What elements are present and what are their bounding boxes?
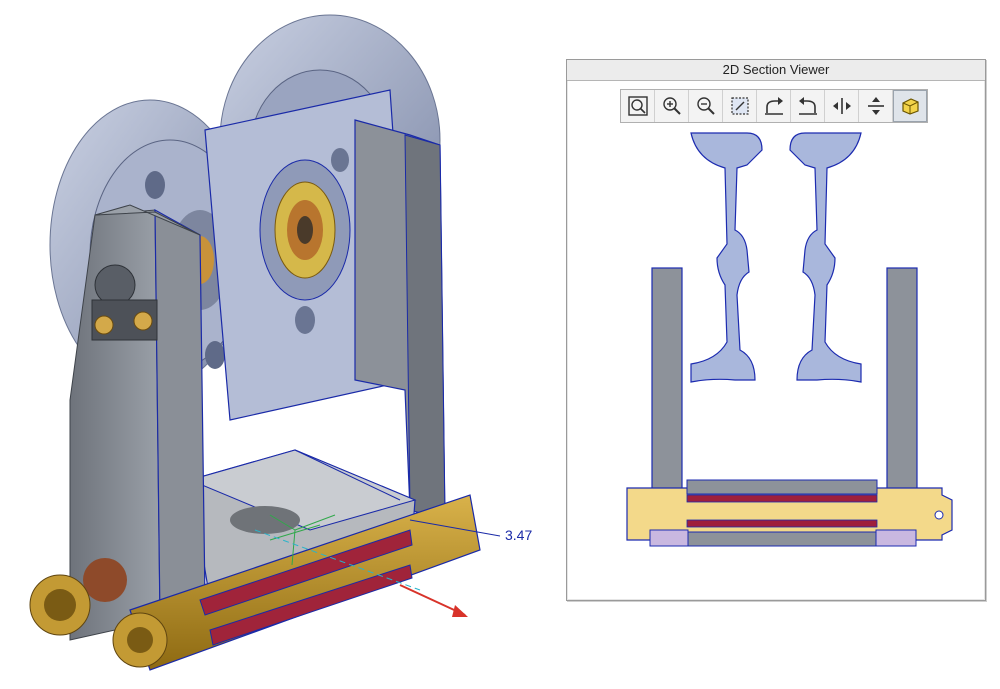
section-toolbar [620, 89, 928, 123]
section-viewer-panel: 2D Section Viewer [566, 59, 986, 601]
section-strip-upper [686, 494, 878, 503]
section-wheel-right [789, 132, 862, 383]
section-pad-left [649, 529, 689, 547]
flip-vertical-icon [867, 97, 884, 115]
flip-horizontal-button[interactable] [825, 90, 859, 122]
section-strip-lower [686, 519, 878, 528]
zoom-in-icon [662, 97, 681, 115]
shaded-view-icon [902, 98, 919, 115]
rotate-cw-button[interactable] [757, 90, 791, 122]
zoom-window-icon [730, 97, 749, 115]
section-canvas[interactable] [567, 60, 985, 600]
rotate-ccw-button[interactable] [791, 90, 825, 122]
zoom-out-icon [696, 97, 715, 115]
section-base-top [686, 479, 878, 495]
flip-horizontal-icon [832, 98, 851, 114]
zoom-in-button[interactable] [655, 90, 689, 122]
castle-nut-right[interactable] [112, 612, 168, 668]
model-viewport[interactable] [0, 0, 560, 689]
flip-vertical-button[interactable] [859, 90, 893, 122]
section-wheel-left [690, 132, 763, 383]
zoom-fit-icon [627, 96, 648, 116]
zoom-window-button[interactable] [723, 90, 757, 122]
right-frame-plate[interactable] [354, 119, 446, 521]
section-rail-hole [934, 510, 944, 520]
section-base-bottom [686, 531, 878, 547]
zoom-fit-button[interactable] [621, 90, 655, 122]
dimension-value[interactable]: 3.47 [505, 527, 532, 543]
zoom-out-button[interactable] [689, 90, 723, 122]
shaded-view-button[interactable] [893, 90, 927, 122]
section-pad-right [875, 529, 917, 547]
direction-arrow[interactable] [399, 584, 468, 617]
rotate-ccw-icon [798, 97, 817, 115]
section-frame-left [651, 267, 683, 501]
rotate-cw-icon [764, 97, 783, 115]
section-frame-right [886, 267, 918, 501]
